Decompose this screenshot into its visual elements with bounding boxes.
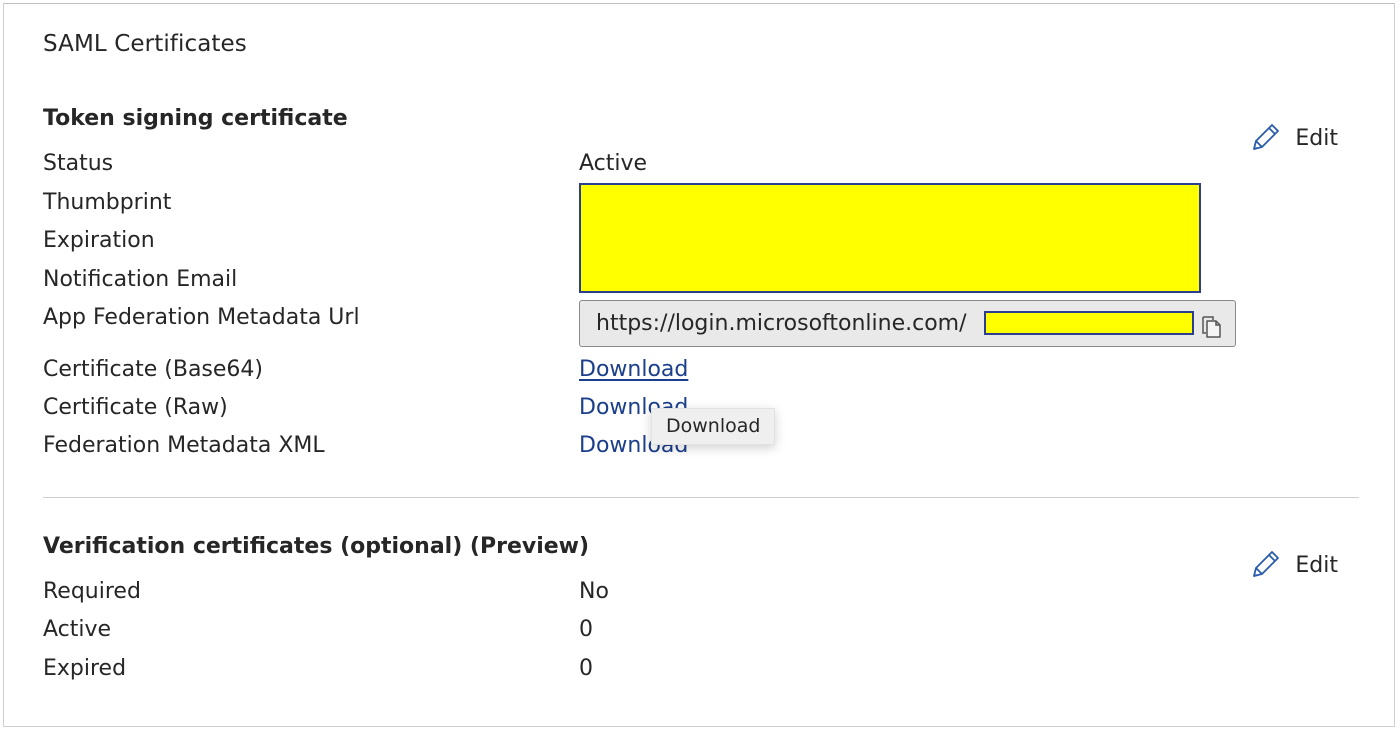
metadata-url-value: https://login.microsoftonline.com/ (596, 311, 967, 336)
status-label: Status (43, 151, 114, 176)
edit-label: Edit (1295, 125, 1338, 151)
expiration-label: Expiration (43, 228, 155, 253)
thumbprint-label: Thumbprint (43, 190, 172, 215)
cert-base64-download-link[interactable]: Download (579, 357, 688, 382)
required-value: No (579, 579, 609, 604)
required-label: Required (43, 579, 141, 604)
token-signing-title: Token signing certificate (43, 106, 348, 131)
edit-label: Edit (1295, 552, 1338, 578)
redaction-box (579, 183, 1201, 293)
status-value: Active (579, 151, 648, 176)
verification-title: Verification certificates (optional) (Pr… (43, 534, 590, 559)
section-divider (43, 497, 1359, 498)
pencil-icon (1253, 551, 1280, 577)
expired-label: Expired (43, 656, 127, 681)
token-signing-edit-button[interactable]: Edit (1248, 121, 1338, 155)
metadata-url-field[interactable]: https://login.microsoftonline.com/ (579, 300, 1236, 347)
url-redaction-box (984, 311, 1194, 335)
card-title: SAML Certificates (43, 31, 247, 57)
notification-email-label: Notification Email (43, 267, 238, 292)
active-value: 0 (579, 617, 593, 642)
cert-raw-label: Certificate (Raw) (43, 395, 228, 420)
verification-edit-button[interactable]: Edit (1248, 548, 1338, 582)
active-label: Active (43, 617, 112, 642)
saml-certificates-card: SAML Certificates Token signing certific… (3, 3, 1395, 727)
federation-xml-label: Federation Metadata XML (43, 433, 325, 458)
metadata-url-label: App Federation Metadata Url (43, 305, 360, 330)
download-tooltip: Download (651, 408, 776, 445)
copy-icon[interactable] (1200, 313, 1224, 339)
cert-base64-label: Certificate (Base64) (43, 357, 263, 382)
pencil-icon (1253, 124, 1280, 150)
expired-value: 0 (579, 656, 593, 681)
